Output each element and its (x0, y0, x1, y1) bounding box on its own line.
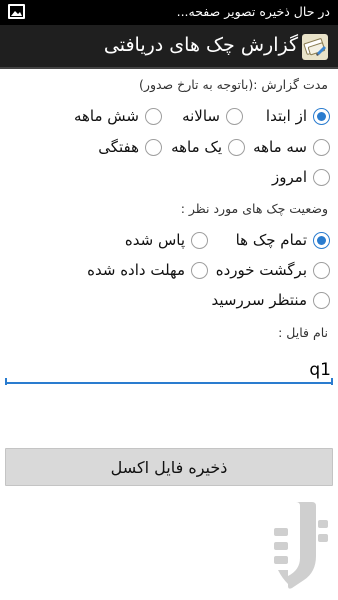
input-edge-left (5, 378, 7, 385)
radio-status-awaiting-due[interactable]: منتظر سررسید (211, 289, 330, 311)
radio-period-yearly[interactable]: سالانه (182, 105, 243, 127)
radio-status-bounced[interactable]: برگشت خورده (216, 259, 330, 281)
app-check-icon (302, 34, 328, 60)
radio-label: مهلت داده شده (87, 261, 185, 279)
radio-circle[interactable] (313, 261, 330, 279)
radio-period-today[interactable]: امروز (272, 166, 330, 188)
radio-label: هفتگی (98, 138, 139, 156)
input-edge-right (331, 378, 333, 385)
radio-circle[interactable] (228, 138, 245, 156)
radio-circle[interactable] (313, 231, 330, 249)
radio-label: منتظر سررسید (211, 291, 308, 309)
file-name-input[interactable] (5, 358, 333, 384)
radio-label: سالانه (182, 107, 220, 125)
file-name-label: نام فایل : (278, 325, 328, 340)
radio-label: تمام چک ها (235, 231, 307, 249)
radio-label: امروز (272, 168, 307, 186)
radio-period-six-months[interactable]: شش ماهه (74, 105, 162, 127)
radio-circle[interactable] (191, 231, 208, 249)
radio-label: سه ماهه (253, 138, 307, 156)
radio-label: پاس شده (124, 231, 185, 249)
radio-period-weekly[interactable]: هفتگی (98, 136, 162, 158)
radio-status-extended[interactable]: مهلت داده شده (87, 259, 208, 281)
radio-circle[interactable] (145, 107, 162, 125)
radio-status-cleared[interactable]: پاس شده (125, 229, 208, 251)
radio-circle[interactable] (226, 107, 243, 125)
check-status-label: وضعیت چک های مورد نظر : (180, 201, 328, 216)
action-bar: گزارش چک های دریافتی (0, 25, 338, 69)
radio-circle[interactable] (313, 291, 330, 309)
radio-circle[interactable] (191, 261, 208, 279)
radio-label: برگشت خورده (215, 261, 307, 279)
radio-label: از ابتدا (265, 107, 307, 125)
radio-circle[interactable] (313, 138, 330, 156)
page-title: گزارش چک های دریافتی (103, 34, 298, 56)
radio-period-from-start[interactable]: از ابتدا (266, 105, 330, 127)
watermark-logo-icon (274, 502, 328, 589)
radio-period-three-months[interactable]: سه ماهه (253, 136, 330, 158)
radio-circle[interactable] (313, 107, 330, 125)
status-text: در حال ذخیره تصویر صفحه... (176, 4, 330, 19)
radio-label: یک ماهه (171, 138, 222, 156)
radio-circle[interactable] (145, 138, 162, 156)
save-excel-button[interactable]: ذخیره فایل اکسل (5, 448, 333, 486)
radio-circle[interactable] (313, 168, 330, 186)
report-period-label: مدت گزارش :(باتوجه به تارخ صدور) (139, 77, 328, 92)
status-bar: در حال ذخیره تصویر صفحه... (0, 0, 338, 25)
radio-period-one-month[interactable]: یک ماهه (171, 136, 245, 158)
gallery-icon (8, 4, 25, 19)
radio-label: شش ماهه (73, 107, 139, 125)
radio-status-all[interactable]: تمام چک ها (236, 229, 330, 251)
